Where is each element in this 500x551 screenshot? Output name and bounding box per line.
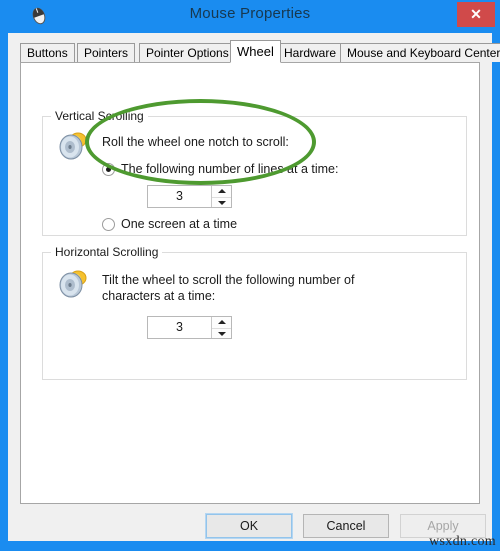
- radio-one-screen-at-a-time-mark[interactable]: [102, 217, 115, 231]
- radio-one-screen-at-a-time[interactable]: One screen at a time: [102, 217, 237, 231]
- horizontal-scrolling-group: Horizontal Scrolling Tilt the wheel to s…: [42, 245, 467, 380]
- tab-pointers[interactable]: Pointers: [77, 43, 136, 62]
- lines-spin-down-button[interactable]: [212, 198, 231, 209]
- dialog-body: Buttons Pointers Pointer Options Wheel H…: [8, 33, 500, 541]
- lines-per-notch-spin-buttons: [211, 186, 231, 207]
- characters-per-tilt-value[interactable]: 3: [148, 317, 211, 338]
- vertical-scrolling-group: Vertical Scrolling Roll the wheel one no…: [42, 109, 467, 236]
- radio-lines-at-a-time-label: The following number of lines at a time:: [121, 162, 339, 176]
- characters-per-tilt-spin-buttons: [211, 317, 231, 338]
- ok-button[interactable]: OK: [205, 513, 293, 539]
- lines-per-notch-value[interactable]: 3: [148, 186, 211, 207]
- characters-spin-up-button[interactable]: [212, 317, 231, 329]
- tab-page-wheel: Vertical Scrolling Roll the wheel one no…: [20, 62, 480, 504]
- mouse-properties-window: Mouse Properties ✕ Buttons Pointers Poin…: [0, 0, 500, 551]
- tab-mouse-and-keyboard-center[interactable]: Mouse and Keyboard Center: [340, 43, 500, 62]
- close-icon[interactable]: ✕: [457, 2, 495, 27]
- lines-spin-up-button[interactable]: [212, 186, 231, 198]
- radio-lines-at-a-time-mark[interactable]: [102, 162, 115, 176]
- characters-spin-down-button[interactable]: [212, 329, 231, 340]
- mouse-wheel-icon: [56, 129, 90, 163]
- title-bar: Mouse Properties ✕: [0, 0, 500, 33]
- tab-hardware[interactable]: Hardware: [277, 43, 344, 62]
- radio-lines-at-a-time[interactable]: The following number of lines at a time:: [102, 162, 338, 176]
- window-title: Mouse Properties: [189, 5, 311, 22]
- vertical-scrolling-title: Vertical Scrolling: [51, 109, 148, 123]
- characters-per-tilt-spinner[interactable]: 3: [147, 316, 232, 339]
- vertical-scrolling-description: Roll the wheel one notch to scroll:: [102, 135, 289, 149]
- cancel-button[interactable]: Cancel: [303, 514, 389, 538]
- arrow-down-icon: [217, 200, 226, 205]
- lines-per-notch-spinner[interactable]: 3: [147, 185, 232, 208]
- arrow-up-icon: [217, 320, 226, 325]
- arrow-up-icon: [217, 189, 226, 194]
- tab-pointer-options[interactable]: Pointer Options: [139, 43, 236, 62]
- horizontal-scrolling-description: Tilt the wheel to scroll the following n…: [102, 273, 355, 303]
- radio-one-screen-at-a-time-label: One screen at a time: [121, 217, 238, 231]
- arrow-down-icon: [217, 331, 226, 336]
- mouse-wheel-icon: [56, 267, 90, 301]
- tab-buttons[interactable]: Buttons: [20, 43, 75, 62]
- watermark: wsxdn.com: [429, 534, 496, 549]
- tab-wheel[interactable]: Wheel: [230, 40, 281, 63]
- horizontal-scrolling-title: Horizontal Scrolling: [51, 245, 163, 259]
